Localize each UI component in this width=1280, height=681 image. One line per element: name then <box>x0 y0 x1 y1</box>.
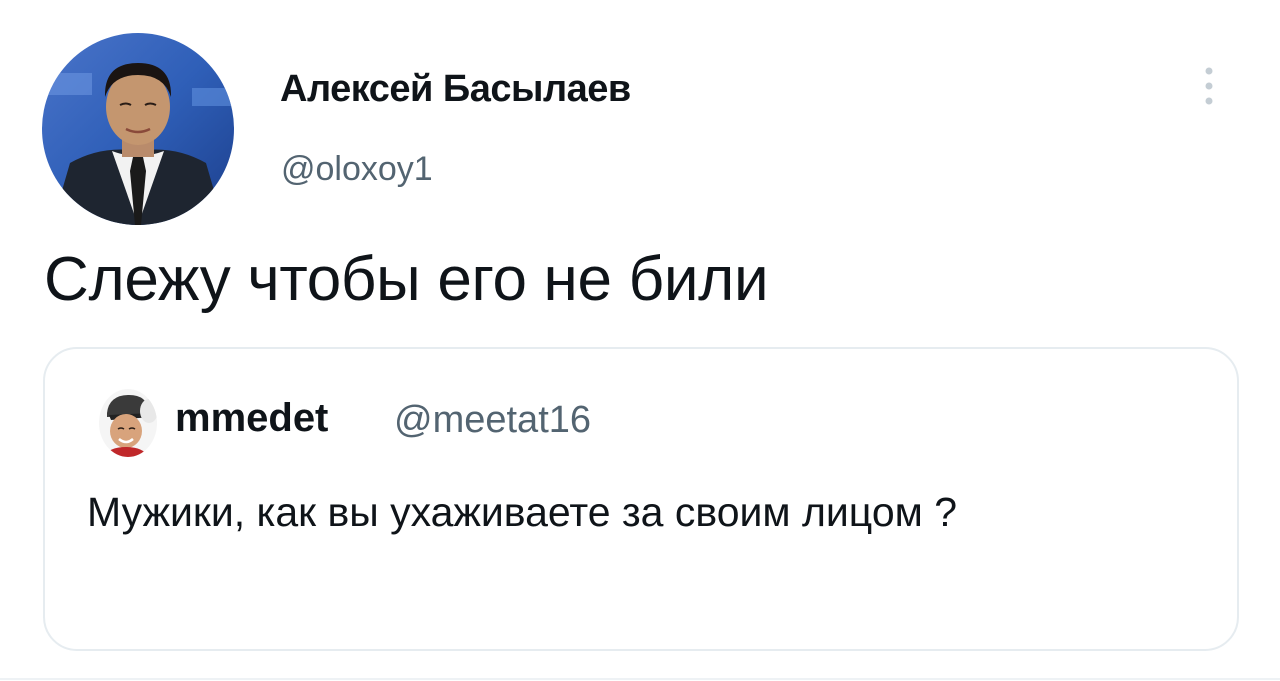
author-display-name[interactable]: Алексей Басылаев <box>280 68 631 111</box>
quoted-author-handle[interactable]: @meetat16 <box>394 399 591 442</box>
more-options-button[interactable] <box>1196 64 1222 114</box>
tweet-text: Слежу чтобы его не били <box>44 245 769 314</box>
author-handle[interactable]: @oloxoy1 <box>281 150 433 189</box>
bottom-divider <box>0 678 1280 680</box>
more-vertical-icon <box>1205 67 1213 105</box>
quoted-author-avatar[interactable] <box>99 389 157 457</box>
tweet-card: Алексей Басылаев @oloxoy1 Слежу чтобы ег… <box>0 0 1280 681</box>
quoted-author-avatar-image <box>99 389 157 457</box>
quoted-author-display-name[interactable]: mmedet <box>175 396 328 441</box>
quoted-tweet[interactable]: mmedet @meetat16 Мужики, как вы ухаживае… <box>43 347 1239 651</box>
author-avatar-image <box>42 33 234 225</box>
author-avatar[interactable] <box>42 33 234 225</box>
quoted-tweet-text: Мужики, как вы ухаживаете за своим лицом… <box>87 489 958 535</box>
